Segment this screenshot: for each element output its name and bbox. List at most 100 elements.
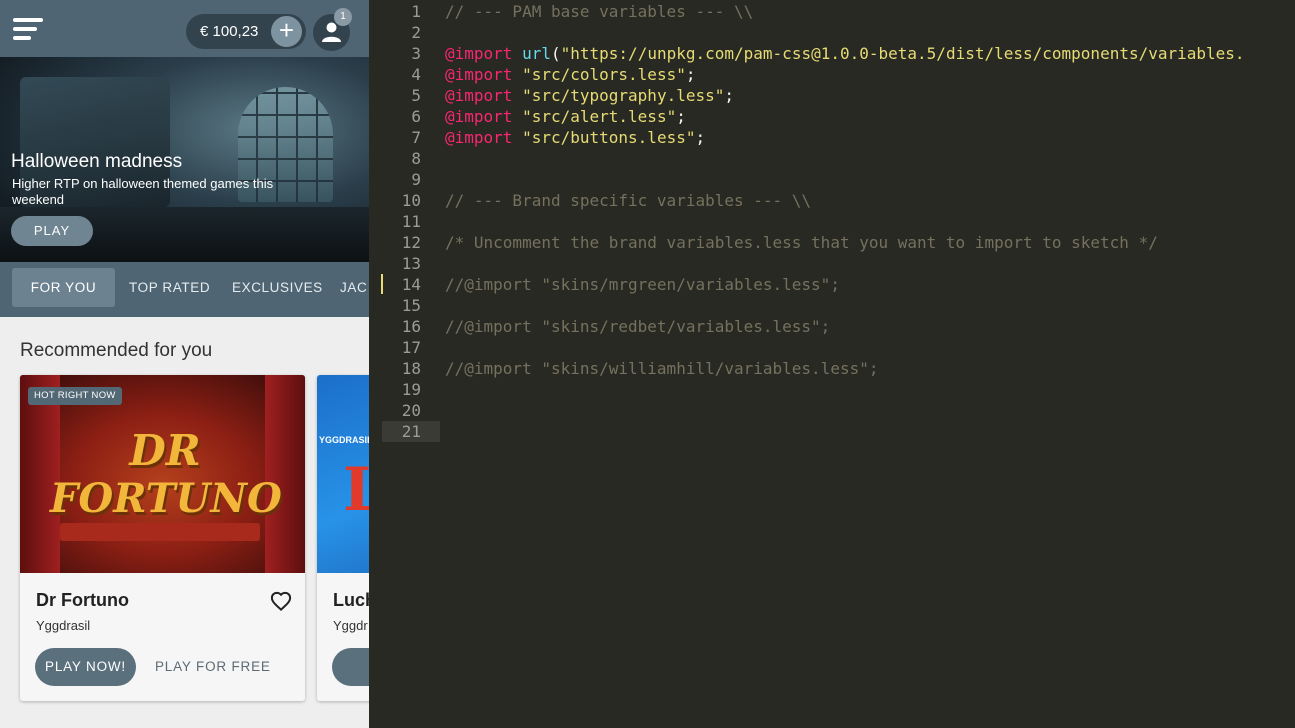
code-line[interactable]: 20 — [369, 400, 1295, 421]
line-number: 19 — [401, 380, 421, 399]
provider-brand-text: YGGDRASIL — [319, 435, 369, 445]
code-token: @import — [445, 107, 513, 126]
hot-badge: HOT RIGHT NOW — [28, 387, 122, 405]
code-token: //@import "skins/redbet/variables.less"; — [445, 317, 831, 336]
code-editor[interactable]: 1 // --- PAM base variables --- \\ 2 3 @impo… — [369, 0, 1295, 728]
line-code: //@import "skins/redbet/variables.less"; — [445, 316, 830, 337]
game-card-dr-fortuno[interactable]: DR FORTUNO HOT RIGHT NOW Dr Fortuno Yggd… — [20, 375, 305, 701]
game-card-luchador[interactable]: YGGDRASIL L Luch Yggdr PLA — [317, 375, 369, 701]
balance-amount: € 100,23 — [200, 23, 259, 40]
code-line[interactable]: 1 // --- PAM base variables --- \\ — [369, 1, 1295, 22]
line-code: @import "src/colors.less"; — [445, 64, 695, 85]
app-header: € 100,23 + 1 — [0, 0, 369, 57]
line-number: 21 — [401, 422, 421, 441]
line-code: /* Uncomment the brand variables.less th… — [445, 232, 1158, 253]
code-token: @import — [445, 86, 513, 105]
code-line[interactable]: 14 //@import "skins/mrgreen/variables.les… — [369, 274, 1295, 295]
game-title: Luch — [333, 590, 369, 610]
banner-play-button[interactable]: PLAY — [11, 216, 93, 246]
code-token: // --- Brand specific variables --- \\ — [445, 191, 812, 210]
code-token: ( — [550, 44, 561, 63]
tab-exclusives[interactable]: EXCLUSIVES — [232, 268, 323, 307]
casino-app: € 100,23 + 1 Halloween madness Higher RT… — [0, 0, 369, 728]
code-line[interactable]: 2 — [369, 22, 1295, 43]
game-logo: DR FORTUNO — [50, 426, 282, 523]
notification-badge: 1 — [334, 8, 352, 26]
section-title: Recommended for you — [20, 340, 213, 361]
line-number: 11 — [401, 212, 421, 231]
banner-title: Halloween madness — [11, 151, 183, 172]
line-code: //@import "skins/williamhill/variables.l… — [445, 358, 878, 379]
code-line[interactable]: 5 @import "src/typography.less"; — [369, 85, 1295, 106]
code-line[interactable]: 4 @import "src/colors.less"; — [369, 64, 1295, 85]
line-number: 16 — [401, 317, 421, 336]
game-thumbnail[interactable]: YGGDRASIL L — [317, 375, 369, 573]
line-code: //@import "skins/mrgreen/variables.less"… — [445, 274, 840, 295]
tab-for-you[interactable]: FOR YOU — [12, 268, 115, 307]
line-code: // --- PAM base variables --- \\ — [445, 1, 753, 22]
code-token: /* Uncomment the brand variables.less th… — [445, 233, 1158, 252]
category-tabs: FOR YOU TOP RATED EXCLUSIVES JAC — [0, 262, 369, 317]
play-now-button[interactable]: PLA — [332, 648, 369, 686]
line-number: 17 — [401, 338, 421, 357]
line-code: @import "src/buttons.less"; — [445, 127, 705, 148]
play-for-free-button[interactable]: PLAY FOR FREE — [155, 648, 271, 686]
code-line[interactable]: 15 — [369, 295, 1295, 316]
code-token: "src/alert.less" — [522, 107, 677, 126]
code-line[interactable]: 12 /* Uncomment the brand variables.less … — [369, 232, 1295, 253]
play-now-button[interactable]: PLAY NOW! — [35, 648, 136, 686]
line-number: 1 — [411, 2, 421, 21]
code-line[interactable]: 3 @import url("https://unpkg.com/pam-css@… — [369, 43, 1295, 64]
code-line[interactable]: 21 — [369, 421, 1295, 442]
code-line[interactable]: 11 — [369, 211, 1295, 232]
game-provider: Yggdrasil — [36, 618, 91, 633]
banner-subtitle: Higher RTP on halloween themed games thi… — [12, 176, 274, 207]
code-line[interactable]: 16 //@import "skins/redbet/variables.less… — [369, 316, 1295, 337]
line-number: 4 — [411, 65, 421, 84]
line-number: 6 — [411, 107, 421, 126]
promo-banner[interactable]: Halloween madness Higher RTP on hallowee… — [0, 57, 369, 262]
code-token: ; — [685, 65, 696, 84]
hamburger-menu-icon[interactable] — [13, 18, 43, 42]
line-number: 13 — [401, 254, 421, 273]
recommended-section: Recommended for you DR FORTUNO HOT RIGHT… — [0, 317, 369, 728]
line-number: 15 — [401, 296, 421, 315]
code-token: "https://unpkg.com/pam-css@1.0.0-beta.5/… — [560, 44, 1245, 63]
code-line[interactable]: 18 //@import "skins/williamhill/variables… — [369, 358, 1295, 379]
code-token: @import — [445, 128, 513, 147]
code-line[interactable]: 6 @import "src/alert.less"; — [369, 106, 1295, 127]
code-line[interactable]: 8 — [369, 148, 1295, 169]
tab-top-rated[interactable]: TOP RATED — [129, 268, 210, 307]
heart-icon[interactable] — [270, 591, 292, 611]
game-title: Dr Fortuno — [36, 590, 129, 610]
code-token: ; — [724, 86, 735, 105]
code-token: // --- PAM base variables --- \\ — [445, 2, 754, 21]
game-thumbnail[interactable]: DR FORTUNO HOT RIGHT NOW — [20, 375, 305, 573]
code-token: "src/colors.less" — [522, 65, 686, 84]
code-token: @import — [445, 44, 513, 63]
code-line[interactable]: 9 — [369, 169, 1295, 190]
code-line[interactable]: 19 — [369, 379, 1295, 400]
line-code: @import "src/typography.less"; — [445, 85, 734, 106]
line-number: 8 — [411, 149, 421, 168]
tab-jackpots[interactable]: JAC — [340, 268, 367, 307]
game-logo-line1: DR — [129, 426, 201, 475]
code-token: url — [522, 44, 551, 63]
code-line[interactable]: 10 // --- Brand specific variables --- \\ — [369, 190, 1295, 211]
code-token: ; — [695, 128, 706, 147]
line-number: 3 — [411, 44, 421, 63]
code-line[interactable]: 17 — [369, 337, 1295, 358]
line-code: @import "src/alert.less"; — [445, 106, 686, 127]
line-code: @import url("https://unpkg.com/pam-css@1… — [445, 43, 1245, 64]
line-number: 2 — [411, 23, 421, 42]
code-token: "src/typography.less" — [522, 86, 725, 105]
code-line[interactable]: 13 — [369, 253, 1295, 274]
code-line[interactable]: 7 @import "src/buttons.less"; — [369, 127, 1295, 148]
deposit-plus-icon[interactable]: + — [271, 16, 302, 47]
line-number: 12 — [401, 233, 421, 252]
line-number: 10 — [401, 191, 421, 210]
line-code: // --- Brand specific variables --- \\ — [445, 190, 811, 211]
line-number: 7 — [411, 128, 421, 147]
